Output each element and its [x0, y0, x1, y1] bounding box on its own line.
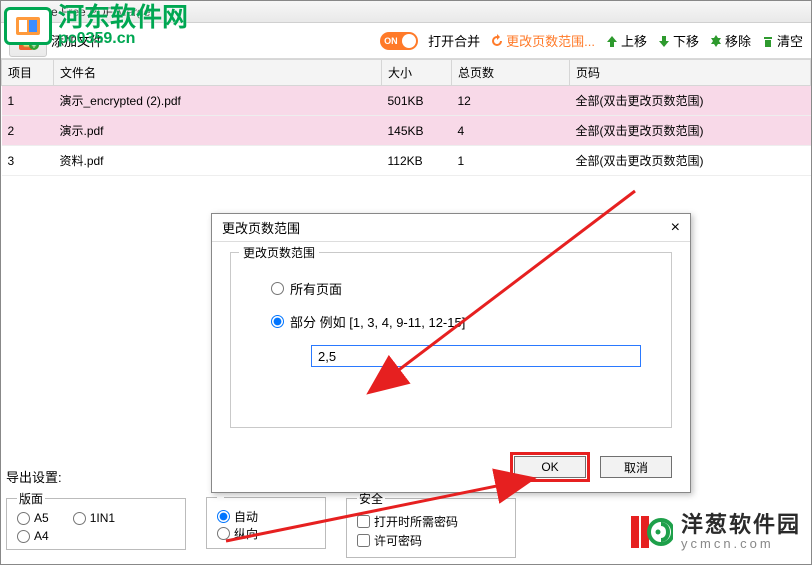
open-merge-toggle[interactable]: ON: [380, 32, 418, 50]
radio-1in1[interactable]: 1IN1: [73, 511, 115, 525]
arrow-down-icon: [657, 34, 671, 48]
move-down-button[interactable]: 下移: [657, 31, 699, 50]
trash-icon: [761, 34, 775, 48]
radio-all-pages[interactable]: 所有页面: [271, 279, 651, 298]
table-row[interactable]: 2 演示.pdf 145KB 4 全部(双击更改页数范围): [2, 116, 811, 146]
change-range-dialog: 更改页数范围 × 更改页数范围 所有页面 部分 例如 [1, 3, 4, 9-1…: [211, 213, 691, 493]
watermark-url: pc0359.cn: [58, 30, 188, 48]
file-table: 项目 文件名 大小 总页数 页码 1 演示_encrypted (2).pdf …: [1, 59, 811, 176]
ok-button[interactable]: OK: [514, 456, 586, 478]
onion-watermark: 洋葱软件园 ycmcn.com: [629, 510, 801, 554]
change-range-button[interactable]: 更改页数范围...: [490, 31, 595, 50]
watermark-text: 河东软件网: [58, 4, 188, 30]
clear-button[interactable]: 清空: [761, 31, 803, 50]
table-row[interactable]: 3 资料.pdf 112KB 1 全部(双击更改页数范围): [2, 146, 811, 176]
table-row[interactable]: 1 演示_encrypted (2).pdf 501KB 12 全部(双击更改页…: [2, 86, 811, 116]
refresh-icon: [490, 34, 504, 48]
watermark-overlay: 河东软件网 pc0359.cn: [4, 4, 188, 48]
col-size[interactable]: 大小: [382, 60, 452, 86]
col-pages[interactable]: 总页数: [452, 60, 570, 86]
move-up-button[interactable]: 上移: [605, 31, 647, 50]
orientation-fieldset: 自动 纵向: [206, 490, 326, 549]
col-range[interactable]: 页码: [570, 60, 811, 86]
open-merge-button[interactable]: 打开合并: [428, 31, 480, 50]
onion-logo-icon: [629, 510, 673, 554]
cancel-button[interactable]: 取消: [600, 456, 672, 478]
arrow-up-icon: [605, 34, 619, 48]
radio-auto[interactable]: 自动: [217, 508, 315, 525]
page-range-input[interactable]: [311, 345, 641, 367]
recycle-icon: [709, 34, 723, 48]
dialog-group-title: 更改页数范围: [239, 244, 319, 261]
col-idx[interactable]: 项目: [2, 60, 54, 86]
check-open-pwd[interactable]: 打开时所需密码: [357, 513, 505, 530]
radio-partial-pages[interactable]: 部分 例如 [1, 3, 4, 9-11, 12-15]: [271, 312, 651, 331]
watermark-logo-icon: [4, 7, 52, 45]
remove-button[interactable]: 移除: [709, 31, 751, 50]
col-name[interactable]: 文件名: [54, 60, 382, 86]
dialog-title: 更改页数范围: [222, 218, 300, 237]
close-icon[interactable]: ×: [671, 219, 680, 237]
radio-a5[interactable]: A5: [17, 511, 49, 525]
radio-a4[interactable]: A4: [17, 529, 49, 543]
security-fieldset: 安全 打开时所需密码 许可密码: [346, 490, 516, 558]
onion-url: ycmcn.com: [681, 537, 801, 551]
check-perm-pwd[interactable]: 许可密码: [357, 532, 505, 549]
layout-fieldset: 版面 A5 A4 1IN1: [6, 490, 186, 550]
radio-portrait[interactable]: 纵向: [217, 525, 315, 542]
onion-text: 洋葱软件园: [681, 513, 801, 537]
